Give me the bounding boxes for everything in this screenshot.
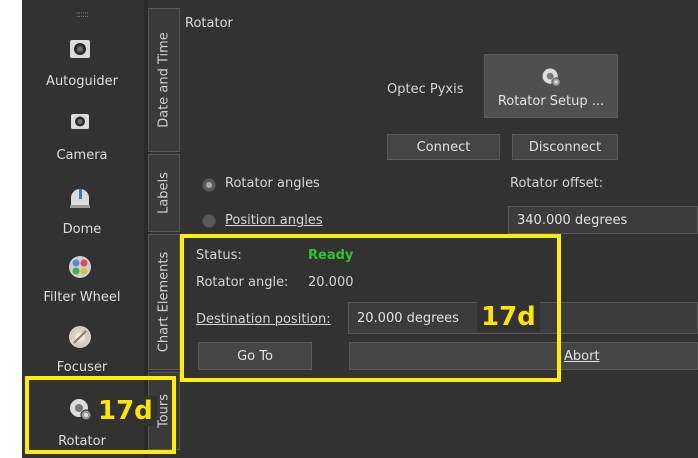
rotator-setup-button[interactable]: Rotator Setup ... xyxy=(484,54,618,118)
device-name: Optec Pyxis xyxy=(387,82,464,97)
position-angles-label: Position angles xyxy=(225,213,323,228)
position-angles-radio[interactable] xyxy=(202,214,216,228)
rail-item-autoguider[interactable]: Autoguider xyxy=(22,34,142,94)
tab-chart-elements[interactable]: Chart Elements xyxy=(148,234,180,370)
tab-label: Labels xyxy=(156,172,172,214)
filter-wheel-icon xyxy=(69,256,91,278)
rotator-angles-radio[interactable] xyxy=(202,178,216,192)
connect-button[interactable]: Connect xyxy=(387,134,500,160)
camera-icon xyxy=(71,114,89,129)
rail-label-focuser: Focuser xyxy=(56,360,108,375)
rotator-offset-field[interactable]: 340.000 degrees xyxy=(508,206,698,234)
rail-label-camera: Camera xyxy=(56,148,108,163)
rail-item-focuser[interactable]: Focuser xyxy=(22,324,142,376)
rail-label-dome: Dome xyxy=(62,222,102,237)
rotator-setup-icon xyxy=(542,68,561,87)
panel-title: Rotator xyxy=(185,16,233,31)
rotator-panel: Rotator Optec Pyxis Rotator Setup ... Co… xyxy=(180,0,698,458)
rotator-offset-label: Rotator offset: xyxy=(510,176,604,191)
tab-labels[interactable]: Labels xyxy=(148,154,180,232)
drag-grip[interactable]: :::::: xyxy=(67,10,97,20)
abort-label: Abort xyxy=(564,348,600,364)
autoguider-icon xyxy=(70,40,90,58)
rail-item-dome[interactable]: Dome xyxy=(22,184,142,240)
rail-item-filter-wheel[interactable]: Filter Wheel xyxy=(22,254,142,310)
dome-icon xyxy=(70,189,90,208)
tab-label: Date and Time xyxy=(156,32,172,128)
rail-item-camera[interactable]: Camera xyxy=(22,108,142,168)
annotation-label-rail: 17d xyxy=(94,396,157,426)
focuser-icon xyxy=(69,326,91,348)
tab-label: Chart Elements xyxy=(156,251,172,353)
disconnect-button[interactable]: Disconnect xyxy=(512,134,618,160)
tab-date-and-time[interactable]: Date and Time xyxy=(148,8,180,152)
annotation-label-panel: 17d xyxy=(477,302,540,332)
rail-label-autoguider: Autoguider xyxy=(46,74,118,89)
rotator-angles-label: Rotator angles xyxy=(225,176,320,191)
rail-label-filter-wheel: Filter Wheel xyxy=(43,290,121,305)
rotator-setup-label: Rotator Setup ... xyxy=(497,93,605,109)
